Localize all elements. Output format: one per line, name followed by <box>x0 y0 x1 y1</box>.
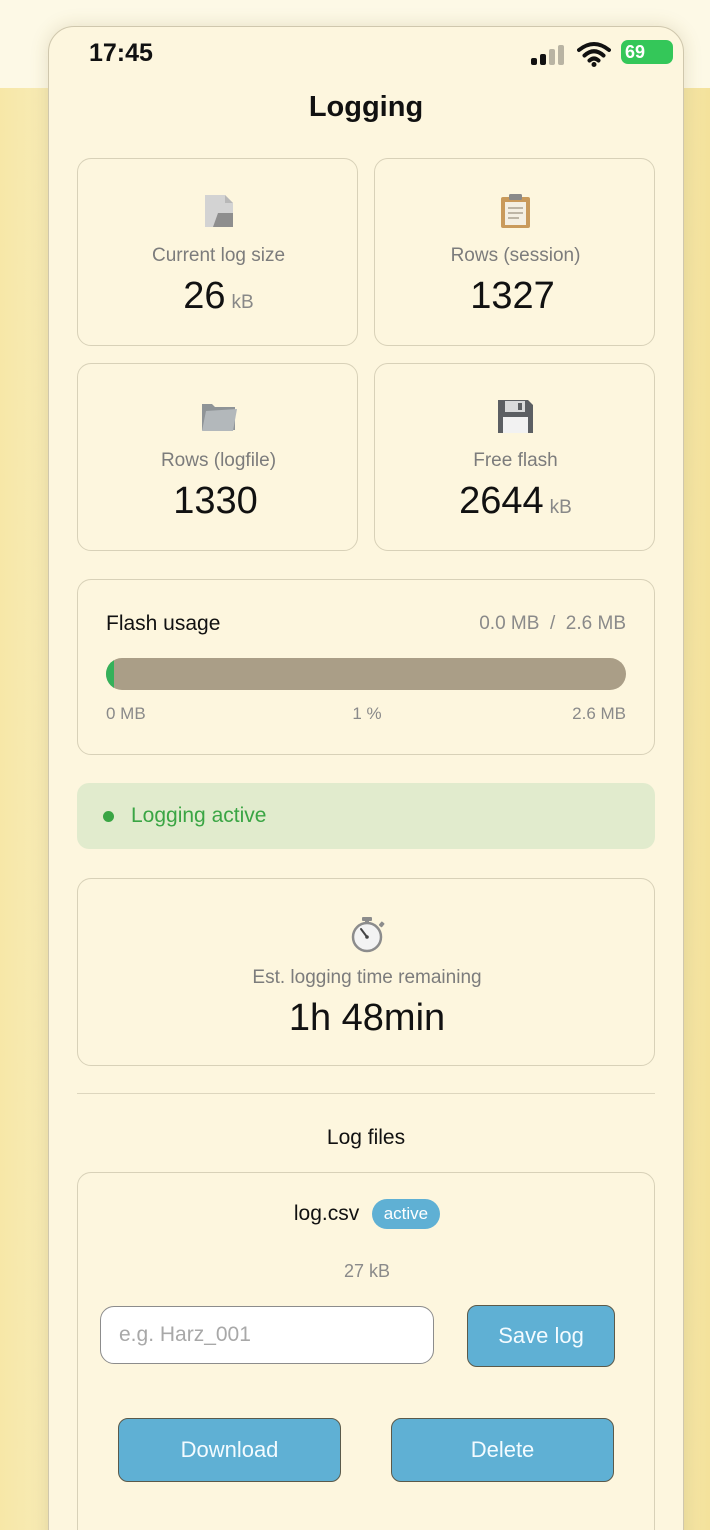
flash-usage-max-label: 2.6 MB <box>572 704 626 723</box>
stat-unit: kB <box>231 292 254 313</box>
time-remaining-label: Est. logging time remaining <box>252 967 482 988</box>
stat-value: 1327 <box>375 275 656 318</box>
document-icon <box>205 195 233 227</box>
stat-number: 1330 <box>173 480 258 522</box>
stat-label: Rows (session) <box>450 245 581 266</box>
stat-number: 26 <box>183 275 226 317</box>
page-title: Logging <box>308 91 424 123</box>
stat-label: Free flash <box>473 450 558 471</box>
stat-label: Rows (logfile) <box>160 450 277 471</box>
clipboard-icon <box>501 194 530 228</box>
status-time: 17:45 <box>89 39 153 67</box>
log-files-card: log.csv active 27 kB Save log Download D… <box>77 1172 655 1530</box>
log-file-size: 27 kB <box>343 1261 391 1281</box>
status-bar: 17:45 69 <box>49 27 683 79</box>
app-screen: 17:45 69 Logging Current log size 26kB <box>48 26 684 1530</box>
flash-usage-card: Flash usage 0.0 MB / 2.6 MB 0 MB 1 % 2.6… <box>77 579 655 755</box>
battery-level: 69 <box>625 42 646 62</box>
stat-label: Current log size <box>151 245 286 266</box>
delete-button[interactable]: Delete <box>391 1418 614 1482</box>
wifi-icon <box>577 42 611 67</box>
flash-usage-summary: 0.0 MB / 2.6 MB <box>479 613 626 634</box>
stat-value: 1330 <box>78 480 359 523</box>
flash-usage-percent-label: 1 % <box>352 704 382 723</box>
log-files-title: Log files <box>326 1126 406 1149</box>
stat-card-current-log-size: Current log size 26 kB <box>77 158 358 346</box>
download-button[interactable]: Download <box>118 1418 341 1482</box>
stat-card-rows-logfile: Rows (logfile) 1330 <box>77 363 358 551</box>
stat-card-free-flash: Free flash 2644 kB <box>374 363 655 551</box>
active-badge: active <box>371 1199 441 1229</box>
stat-value: 26 kB <box>78 275 359 318</box>
floppy-disk-icon <box>498 400 533 433</box>
cellular-signal-icon <box>531 45 565 65</box>
stat-card-rows-session: Rows (session) 1327 <box>374 158 655 346</box>
stat-number: 1327 <box>470 275 555 317</box>
log-file-name: log.csv <box>293 1202 360 1225</box>
log-file-entry: log.csv active <box>78 1199 656 1229</box>
section-divider <box>77 1093 655 1094</box>
time-remaining-value: 1h 48min <box>288 997 446 1039</box>
time-remaining-card: Est. logging time remaining 1h 48min <box>77 878 655 1066</box>
battery-indicator: 69 <box>621 40 673 64</box>
flash-usage-bar-fill <box>106 658 114 690</box>
stopwatch-icon <box>351 917 385 953</box>
save-log-button[interactable]: Save log <box>467 1305 615 1367</box>
folder-icon <box>202 404 237 431</box>
log-name-input[interactable] <box>100 1306 434 1364</box>
stat-unit: kB <box>549 497 572 518</box>
logging-status-text: Logging active <box>131 804 267 827</box>
flash-usage-title: Flash usage <box>106 612 221 635</box>
stat-value: 2644 kB <box>375 480 656 523</box>
stat-number: 2644 <box>459 480 544 522</box>
logging-status-banner: Logging active <box>77 783 655 849</box>
flash-usage-bar <box>106 658 626 690</box>
status-dot-icon <box>103 811 114 822</box>
